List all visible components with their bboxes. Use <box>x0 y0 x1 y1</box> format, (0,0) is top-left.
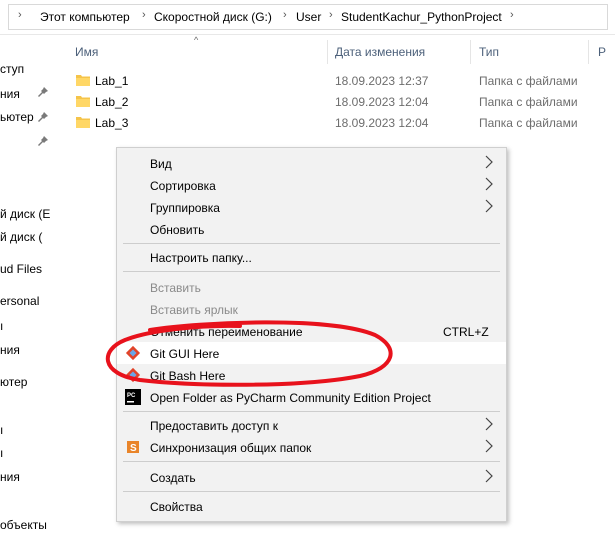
red-annotation-circle <box>105 320 393 387</box>
